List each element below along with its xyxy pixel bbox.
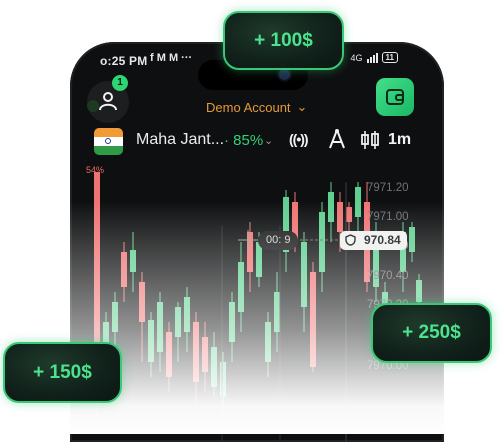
status-indicators: 4G 11 [351,52,398,63]
asset-dropdown-icon[interactable]: ⌄ [264,134,273,147]
left-percent-label: 54% [86,165,105,175]
bonus-badge-right: + 250$ [371,303,492,363]
asset-bar: Maha Jant... · 85% ⌄ ((•)) 1m [94,126,424,156]
payout-percent: · 85% [224,132,264,149]
wallet-button[interactable] [376,78,414,116]
user-icon [99,92,117,111]
camera-icon [279,69,290,80]
battery-icon: 11 [381,52,398,63]
wallet-icon [386,89,404,105]
timeframe-selector[interactable]: 1m [388,131,411,149]
asset-name[interactable]: Maha Jant... [136,131,224,149]
price-axis-label: 7971.20 [367,182,409,194]
status-time: o:25 PM [100,54,148,68]
price-axis-label: 7971.00 [367,211,409,223]
india-flag-icon [94,128,123,155]
bonus-badge-top: + 100$ [223,11,344,70]
shield-icon [345,234,356,246]
account-label: Demo Account [206,99,291,115]
signals-icon[interactable]: ((•)) [289,131,309,147]
status-notification-icons: f M M ··· [150,52,193,64]
signal-strength-icon [366,52,378,63]
chart-type-icon[interactable] [360,130,382,150]
network-label: 4G [350,52,363,63]
chevron-down-icon: ⌄ [296,99,308,114]
current-price-value: 970.84 [364,233,401,247]
bonus-badge-left: + 150$ [3,342,122,403]
price-axis-label: 7970.40 [367,270,409,282]
expiry-timer: 00: 9 [258,231,299,250]
bonus-status-icon [87,100,99,112]
current-price-tag: 970.84 [340,231,407,250]
notification-badge: 1 [112,75,128,91]
account-switcher[interactable]: Demo Account ⌄ [206,99,307,115]
drawing-tools-icon[interactable] [327,128,347,150]
